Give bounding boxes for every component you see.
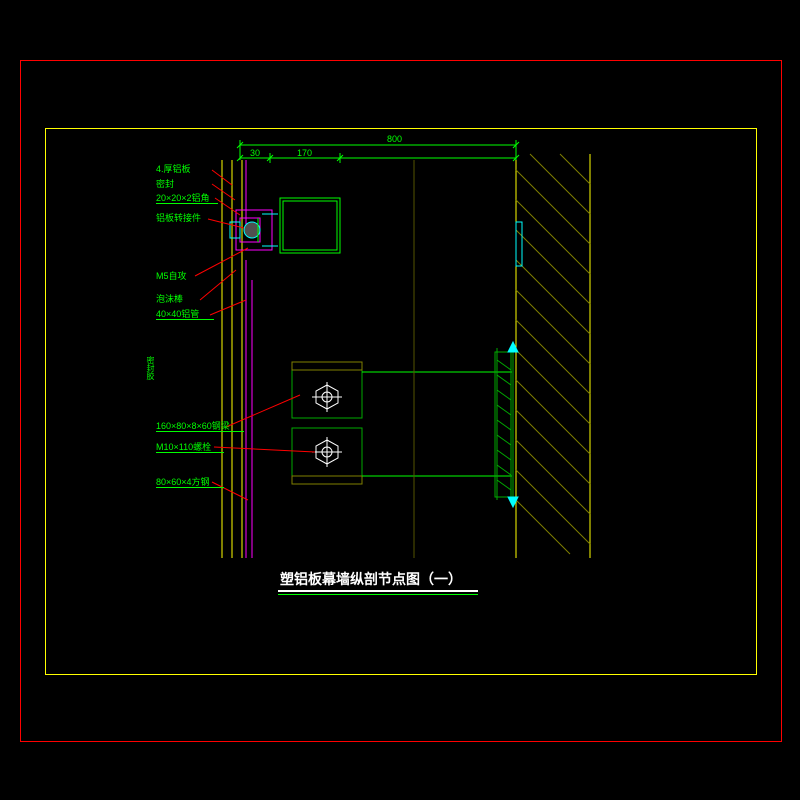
dim-800: 800	[387, 134, 402, 144]
label-sealant: 密封	[156, 180, 174, 189]
underline	[156, 487, 224, 488]
label-160x80: 160×80×8×60钢梁	[156, 422, 230, 431]
underline	[156, 319, 214, 320]
label-m5: M5自攻	[156, 272, 187, 281]
dim-170: 170	[297, 148, 312, 158]
label-alumplate: 4.厚铝板	[156, 165, 191, 174]
underline	[156, 452, 224, 453]
label-vertical-seal: 密封胶	[146, 356, 154, 380]
drawing-title: 塑铝板幕墙纵剖节点图（一）	[280, 572, 462, 586]
label-80x60x4: 80×60×4方钢	[156, 478, 210, 487]
underline	[156, 431, 244, 432]
label-foam: 泡沫棒	[156, 295, 183, 304]
section-drawing	[0, 0, 800, 800]
label-m10x110: M10×110螺栓	[156, 443, 211, 452]
label-40x40: 40×40铝管	[156, 310, 199, 319]
label-adapter: 铝板转接件	[156, 214, 201, 223]
title-rule-thin	[278, 594, 478, 595]
dim-30: 30	[250, 148, 260, 158]
label-20x20x2: 20×20×2铝角	[156, 194, 210, 203]
cad-viewport: 800 30 170 4.厚铝板 密封 20×20×2铝角 铝板转接件 M5自攻…	[0, 0, 800, 800]
underline	[156, 203, 218, 204]
title-rule-thick	[278, 590, 478, 592]
